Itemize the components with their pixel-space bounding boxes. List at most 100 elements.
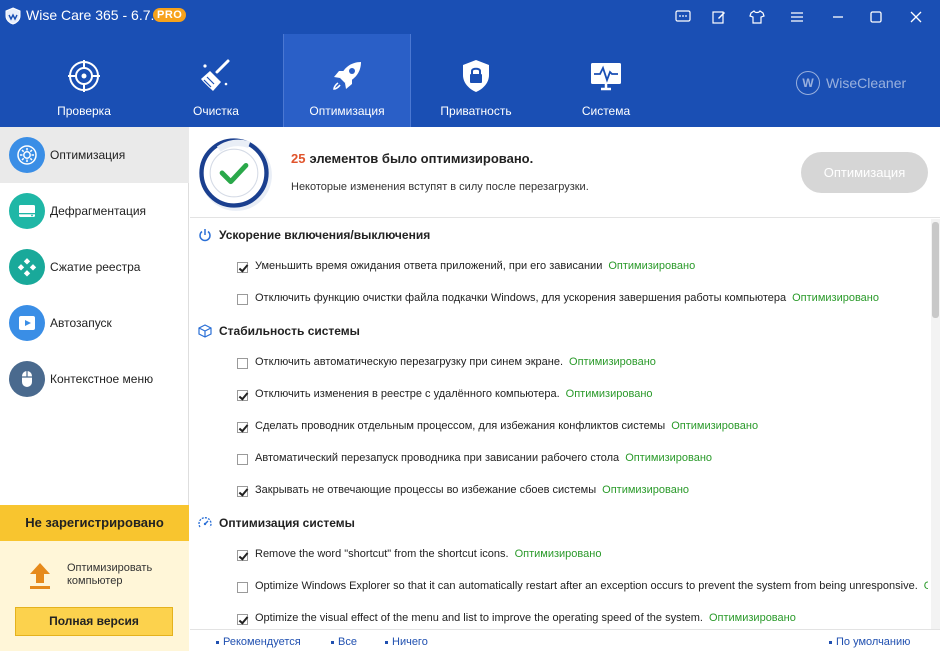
status-title-text: элементов было оптимизировано. bbox=[309, 151, 534, 166]
skin-icon[interactable] bbox=[748, 9, 766, 25]
item-checkbox[interactable] bbox=[237, 262, 248, 273]
nav-tab-label: Система bbox=[581, 104, 631, 118]
item-status: Оптимизировано bbox=[671, 420, 759, 432]
upgrade-arrow-icon bbox=[30, 563, 50, 589]
nav-tab-check[interactable]: Проверка bbox=[20, 34, 148, 127]
sidebar-item-label: Контекстное меню bbox=[50, 372, 154, 386]
item-label: Optimize Windows Explorer so that it can… bbox=[255, 580, 928, 592]
footer-bar: Рекомендуется Все Ничего По умолчанию bbox=[190, 629, 940, 651]
speed-icon bbox=[198, 517, 212, 528]
rocket-icon bbox=[333, 62, 361, 90]
item-status: Оптимизировано bbox=[602, 484, 690, 496]
app-header: Wise Care 365 - 6.7.2 PRO Проверка Очист… bbox=[0, 0, 940, 127]
optimization-list: Ускорение включения/выключения Уменьшить… bbox=[190, 219, 928, 629]
sidebar-item-label: Сжатие реестра bbox=[50, 260, 141, 274]
list-item[interactable]: Optimize the visual effect of the menu a… bbox=[190, 603, 928, 629]
nav-tab-system[interactable]: Система bbox=[542, 34, 670, 127]
play-icon bbox=[9, 305, 45, 341]
list-item[interactable]: Отключить изменения в реестре с удалённо… bbox=[190, 379, 928, 411]
item-status: Оптимизировано bbox=[708, 612, 796, 624]
minimize-icon[interactable] bbox=[829, 9, 847, 25]
item-checkbox[interactable] bbox=[237, 358, 248, 369]
item-label: Закрывать не отвечающие процессы во избе… bbox=[255, 484, 689, 496]
list-item[interactable]: Уменьшить время ожидания ответа приложен… bbox=[190, 251, 928, 283]
app-logo-icon bbox=[5, 7, 21, 25]
item-label: Optimize the visual effect of the menu a… bbox=[255, 612, 796, 624]
optimize-button[interactable]: Оптимизация bbox=[801, 152, 928, 193]
item-label: Автоматический перезапуск проводника при… bbox=[255, 452, 712, 464]
item-checkbox[interactable] bbox=[237, 550, 248, 561]
sidebar-item-label: Оптимизация bbox=[50, 148, 126, 162]
feedback-icon[interactable] bbox=[674, 9, 692, 25]
item-checkbox[interactable] bbox=[237, 390, 248, 401]
item-checkbox[interactable] bbox=[237, 486, 248, 497]
nav-tab-label: Проверка bbox=[57, 104, 111, 118]
nav-tab-label: Приватность bbox=[440, 104, 512, 118]
nav-tab-privacy[interactable]: Приватность bbox=[412, 34, 540, 127]
item-checkbox[interactable] bbox=[237, 454, 248, 465]
sidebar-item-label: Автозапуск bbox=[50, 316, 112, 330]
status-subtitle: Некоторые изменения вступят в силу после… bbox=[291, 181, 589, 193]
item-text: Optimize Windows Explorer so that it can… bbox=[255, 580, 918, 592]
section-header: Оптимизация системы bbox=[190, 507, 928, 539]
item-label: Отключить изменения в реестре с удалённо… bbox=[255, 388, 653, 400]
item-label: Remove the word "shortcut" from the shor… bbox=[255, 548, 601, 560]
maximize-icon[interactable] bbox=[867, 9, 885, 25]
nav-tab-label: Очистка bbox=[193, 104, 239, 118]
section-header: Ускорение включения/выключения bbox=[190, 219, 928, 251]
item-checkbox[interactable] bbox=[237, 582, 248, 593]
title-bar: Wise Care 365 - 6.7.2 PRO bbox=[0, 0, 940, 34]
item-label: Отключить функцию очистки файла подкачки… bbox=[255, 292, 879, 304]
item-label: Отключить автоматическую перезагрузку пр… bbox=[255, 356, 656, 368]
list-item[interactable]: Optimize Windows Explorer so that it can… bbox=[190, 571, 928, 603]
edit-icon[interactable] bbox=[710, 9, 728, 25]
monitor-pulse-icon bbox=[591, 63, 621, 91]
scrollbar-thumb[interactable] bbox=[932, 222, 939, 318]
item-text: Отключить автоматическую перезагрузку пр… bbox=[255, 356, 564, 368]
shield-lock-icon bbox=[463, 60, 489, 92]
item-checkbox[interactable] bbox=[237, 422, 248, 433]
pro-badge: PRO bbox=[153, 8, 187, 22]
nav-tab-clean[interactable]: Очистка bbox=[152, 34, 280, 127]
sidebar-item-startup[interactable]: Автозапуск bbox=[0, 295, 189, 351]
list-item[interactable]: Автоматический перезапуск проводника при… bbox=[190, 443, 928, 475]
select-none-link[interactable]: Ничего bbox=[385, 636, 428, 648]
mouse-icon bbox=[9, 361, 45, 397]
section-title: Оптимизация системы bbox=[219, 516, 355, 530]
sidebar-item-defrag[interactable]: Дефрагментация bbox=[0, 183, 189, 239]
sidebar: Оптимизация Дефрагментация Сжатие реестр… bbox=[0, 127, 189, 651]
success-check-icon bbox=[199, 138, 272, 211]
item-checkbox[interactable] bbox=[237, 294, 248, 305]
item-text: Уменьшить время ожидания ответа приложен… bbox=[255, 260, 603, 272]
sidebar-item-context-menu[interactable]: Контекстное меню bbox=[0, 351, 189, 407]
section-header: Стабильность системы bbox=[190, 315, 928, 347]
brand-name: WiseCleaner bbox=[826, 75, 907, 91]
default-link[interactable]: По умолчанию bbox=[829, 636, 910, 648]
item-status: Оптимизировано bbox=[608, 260, 696, 272]
list-item[interactable]: Закрывать не отвечающие процессы во избе… bbox=[190, 475, 928, 507]
item-status: Оптимизировано bbox=[792, 292, 879, 304]
optimized-count: 25 bbox=[291, 151, 306, 166]
recommended-link[interactable]: Рекомендуется bbox=[216, 636, 301, 648]
close-icon[interactable] bbox=[907, 9, 925, 25]
list-item[interactable]: Сделать проводник отдельным процессом, д… bbox=[190, 411, 928, 443]
full-version-button[interactable]: Полная версия bbox=[15, 607, 173, 636]
registry-icon bbox=[9, 249, 45, 285]
list-item[interactable]: Отключить функцию очистки файла подкачки… bbox=[190, 283, 928, 315]
nav-tab-optimize[interactable]: Оптимизация bbox=[283, 34, 411, 127]
wisecleaner-logo-icon: W bbox=[796, 71, 820, 95]
list-item[interactable]: Отключить автоматическую перезагрузку пр… bbox=[190, 347, 928, 379]
power-icon bbox=[199, 229, 211, 242]
item-text: Закрывать не отвечающие процессы во избе… bbox=[255, 484, 597, 496]
item-checkbox[interactable] bbox=[237, 614, 248, 625]
item-status: О bbox=[924, 580, 928, 592]
item-status: Оптимизировано bbox=[569, 356, 656, 368]
sidebar-item-registry[interactable]: Сжатие реестра bbox=[0, 239, 189, 295]
sidebar-item-label: Дефрагментация bbox=[50, 204, 147, 218]
sidebar-item-optimize[interactable]: Оптимизация bbox=[0, 127, 189, 183]
status-title: 25 элементов было оптимизировано. bbox=[291, 151, 533, 166]
gear-icon bbox=[9, 137, 45, 173]
menu-icon[interactable] bbox=[788, 9, 806, 25]
select-all-link[interactable]: Все bbox=[331, 636, 357, 648]
list-item[interactable]: Remove the word "shortcut" from the shor… bbox=[190, 539, 928, 571]
